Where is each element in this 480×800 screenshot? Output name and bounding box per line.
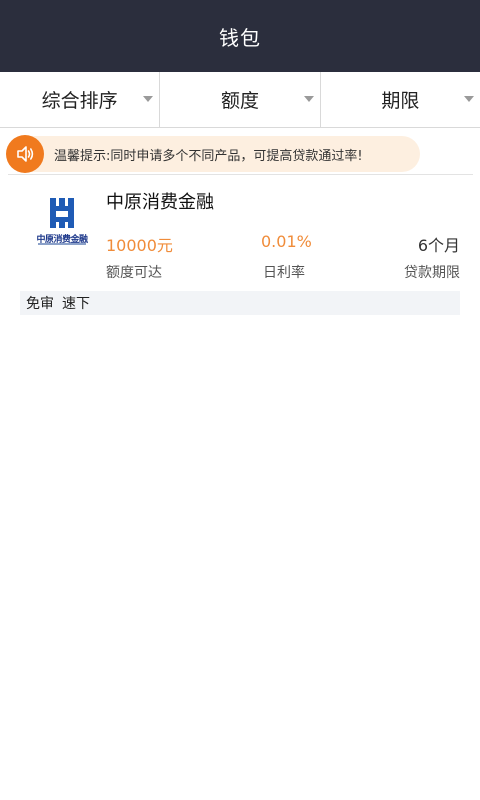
zhongyuan-logo-icon [50, 198, 74, 228]
notice-banner: 温馨提示:同时申请多个不同产品，可提高贷款通过率! [6, 135, 420, 173]
amount-value: 10000元 [106, 236, 173, 255]
filter-sort-tab[interactable]: 综合排序 [0, 72, 161, 127]
dropdown-caret-icon [143, 96, 154, 102]
amount-label: 额度可达 [106, 265, 162, 281]
filter-sort-label: 综合排序 [41, 90, 118, 112]
term-value: 6个月 [417, 236, 460, 255]
rate-label: 日利率 [263, 265, 305, 281]
app-header: 钱包 [0, 0, 480, 72]
speaker-icon [6, 135, 44, 173]
logo-subline [38, 243, 86, 245]
filter-term-tab[interactable]: 期限 [321, 72, 480, 127]
filter-term-label: 期限 [381, 90, 420, 112]
product-name: 中原消费金融 [106, 192, 214, 213]
rate-value: 0.01% [261, 232, 312, 251]
filter-amount-label: 额度 [220, 90, 259, 112]
product-logo: 中原消费金融 [34, 194, 90, 246]
divider [8, 174, 473, 175]
dropdown-caret-icon [463, 96, 474, 102]
notice-text: 温馨提示:同时申请多个不同产品，可提高贷款通过率! [54, 148, 363, 164]
tag-label: 免审 [26, 296, 54, 312]
page-title: 钱包 [219, 25, 261, 50]
tag-label: 速下 [62, 296, 90, 312]
product-tags: 免审 速下 [20, 291, 460, 315]
filter-amount-tab[interactable]: 额度 [160, 72, 321, 127]
term-label: 贷款期限 [404, 265, 460, 281]
dropdown-caret-icon [303, 96, 314, 102]
filter-bar: 综合排序 额度 期限 [0, 72, 480, 128]
